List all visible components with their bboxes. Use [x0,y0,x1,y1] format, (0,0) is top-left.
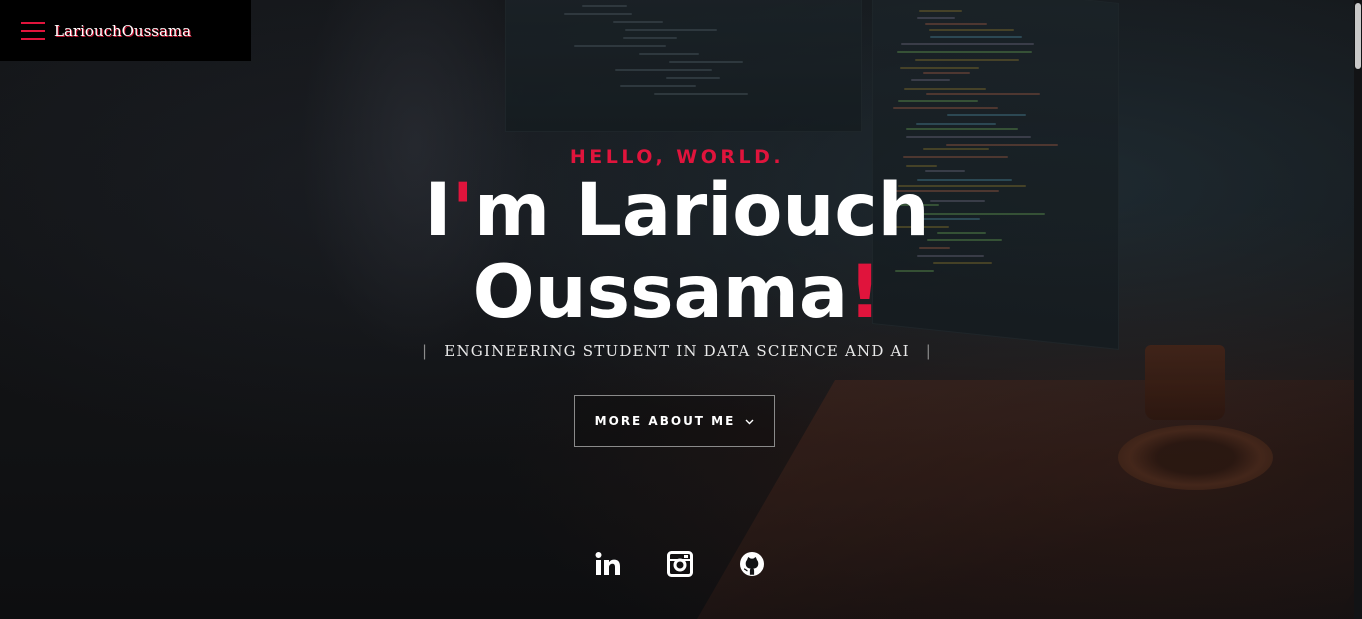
background-code-line [926,93,1040,96]
headline-exclamation: ! [848,250,882,335]
linkedin-icon[interactable] [590,548,626,580]
chevron-down-icon [745,415,754,428]
background-code-line [582,5,627,7]
background-code-line [615,69,713,71]
background-code-line [915,58,1020,61]
background-code-line [905,127,1018,130]
subtitle-divider-right: | [925,342,932,360]
background-monitor-left [505,0,862,132]
background-code-line [916,16,956,19]
background-code-line [574,45,667,47]
brand-bar: LariouchOussama [0,0,251,61]
background-code-line [563,13,632,15]
background-code-line [666,77,720,79]
instagram-icon[interactable] [662,548,698,580]
background-code-line [947,113,1026,116]
hero-section: LariouchOussama HELLO, WORLD. I'm Lariou… [0,0,1362,619]
background-code-line [898,99,978,102]
more-about-me-label: MORE ABOUT ME [594,414,736,428]
background-code-line [900,66,980,69]
hamburger-icon[interactable] [21,21,45,40]
background-code-line [922,71,970,74]
subtitle: | ENGINEERING STUDENT IN DATA SCIENCE AND… [0,342,1354,360]
more-about-me-button[interactable]: MORE ABOUT ME [574,395,775,447]
background-code-line [654,93,748,95]
background-code-line [639,53,700,55]
greeting-text: HELLO, WORLD. [569,146,785,168]
social-links [590,548,770,580]
background-desk [684,380,1362,619]
background-code-line [623,37,678,39]
background-code-line [919,9,963,12]
github-icon[interactable] [734,548,770,580]
background-code-line [619,85,696,87]
background-code-line [892,107,998,110]
headline-line2: Oussama [472,250,849,335]
brand-name[interactable]: LariouchOussama [54,22,191,40]
background-bowl [1118,425,1273,490]
background-code-line [904,87,987,90]
background-code-line [668,61,743,63]
background-code-line [906,136,1031,139]
scrollbar[interactable] [1354,0,1362,619]
background-code-line [925,23,987,26]
background-code-line [624,29,718,31]
headline-line1: m Lariouch [473,168,930,253]
headline-apostrophe: ' [451,168,474,253]
subtitle-divider-left: | [422,342,429,360]
background-code-line [916,122,996,125]
background-code-line [911,79,950,82]
background-code-line [929,29,1015,32]
background-code-line [612,21,663,23]
background-code-line [900,43,1034,46]
scrollbar-thumb[interactable] [1355,3,1361,69]
page-title: I'm Lariouch Oussama! [0,170,1354,334]
headline-letter-i: I [424,168,452,253]
subtitle-text: ENGINEERING STUDENT IN DATA SCIENCE AND … [444,342,910,360]
